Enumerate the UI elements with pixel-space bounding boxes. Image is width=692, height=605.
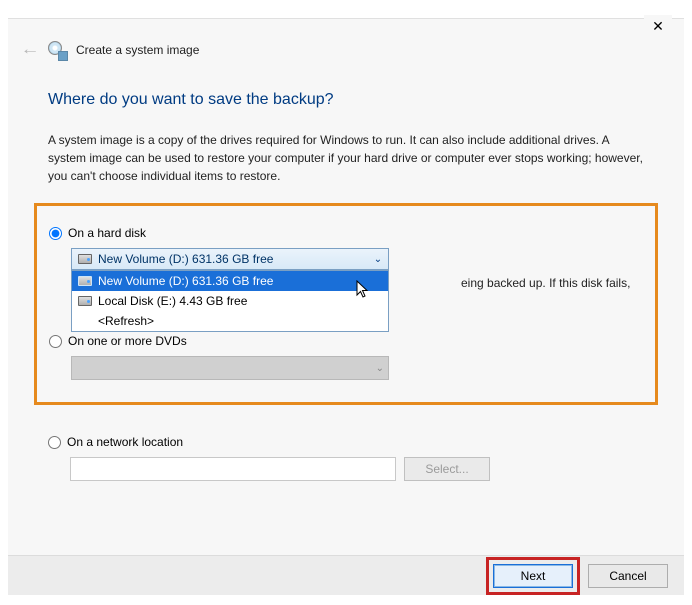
cancel-button[interactable]: Cancel xyxy=(588,564,668,588)
system-image-dialog: ✕ ← Create a system image Where do you w… xyxy=(8,18,684,595)
network-section: On a network location Select... xyxy=(46,435,644,481)
disk-option-refresh[interactable]: <Refresh> xyxy=(72,311,388,331)
drive-icon xyxy=(78,254,92,264)
page-description: A system image is a copy of the drives r… xyxy=(48,131,644,185)
network-path-input[interactable] xyxy=(70,457,396,481)
network-row: Select... xyxy=(70,457,644,481)
disk-combobox[interactable]: New Volume (D:) 631.36 GB free ⌄ xyxy=(71,248,389,270)
disk-combobox-text: New Volume (D:) 631.36 GB free xyxy=(98,252,273,266)
system-image-icon xyxy=(48,41,66,59)
drive-icon xyxy=(78,276,92,286)
highlight-annotation: On a hard disk New Volume (D:) 631.36 GB… xyxy=(34,203,658,405)
dialog-footer: Next Cancel xyxy=(8,555,684,595)
chevron-down-icon: ⌄ xyxy=(372,253,384,265)
disk-combo-container: New Volume (D:) 631.36 GB free ⌄ New Vol… xyxy=(71,248,389,270)
disk-option-label: Local Disk (E:) 4.43 GB free xyxy=(98,294,247,308)
dialog-content: Where do you want to save the backup? A … xyxy=(8,91,684,481)
disk-dropdown-list: New Volume (D:) 631.36 GB free Local Dis… xyxy=(71,270,389,332)
radio-hard-disk-label: On a hard disk xyxy=(68,226,146,240)
close-button[interactable]: ✕ xyxy=(644,15,672,37)
dialog-header: ← Create a system image xyxy=(8,19,684,65)
disk-option-new-volume[interactable]: New Volume (D:) 631.36 GB free xyxy=(72,271,388,291)
select-button: Select... xyxy=(404,457,490,481)
dvd-section: On one or more DVDs ⌄ xyxy=(47,334,645,380)
radio-hard-disk-input[interactable] xyxy=(49,227,62,240)
radio-dvd[interactable]: On one or more DVDs xyxy=(49,334,645,348)
dvd-combobox: ⌄ xyxy=(71,356,389,380)
radio-dvd-input[interactable] xyxy=(49,335,62,348)
radio-dvd-label: On one or more DVDs xyxy=(68,334,187,348)
disk-option-local-disk[interactable]: Local Disk (E:) 4.43 GB free xyxy=(72,291,388,311)
radio-network-input[interactable] xyxy=(48,436,61,449)
page-heading: Where do you want to save the backup? xyxy=(48,91,644,109)
next-highlight-annotation: Next xyxy=(486,557,580,595)
disk-option-label: <Refresh> xyxy=(98,314,154,328)
dialog-title: Create a system image xyxy=(76,43,199,57)
drive-icon xyxy=(78,296,92,306)
radio-hard-disk[interactable]: On a hard disk xyxy=(49,226,645,240)
next-button[interactable]: Next xyxy=(493,564,573,588)
chevron-down-icon: ⌄ xyxy=(376,363,384,374)
warning-text-fragment: eing backed up. If this disk fails, xyxy=(461,276,630,290)
disk-option-label: New Volume (D:) 631.36 GB free xyxy=(98,274,273,288)
radio-network-label: On a network location xyxy=(67,435,183,449)
back-icon[interactable]: ← xyxy=(20,42,39,58)
radio-network[interactable]: On a network location xyxy=(48,435,644,449)
